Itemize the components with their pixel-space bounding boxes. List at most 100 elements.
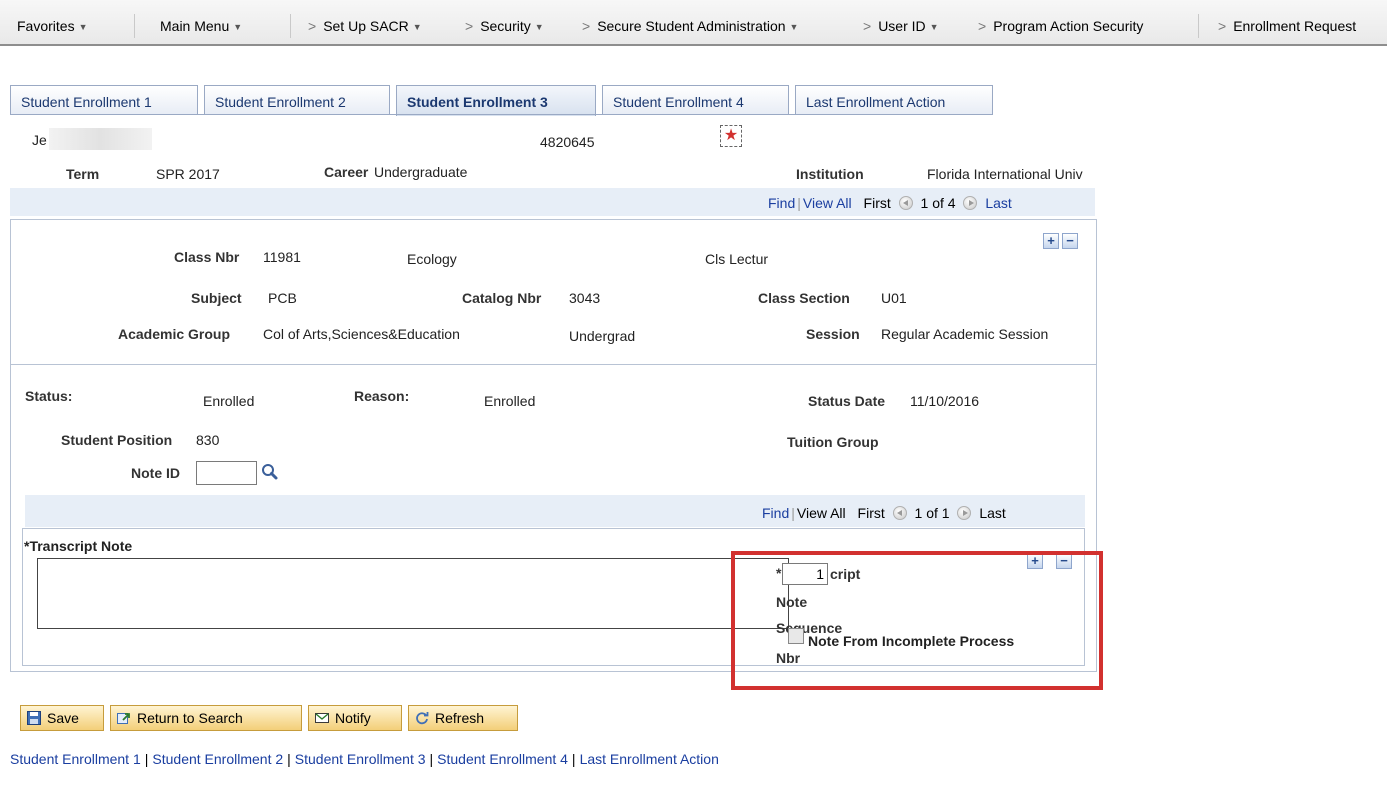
footer-link-student-enrollment-4[interactable]: Student Enrollment 4 bbox=[437, 751, 568, 767]
breadcrumb-user-id[interactable]: > User ID ▼ bbox=[863, 18, 939, 34]
transcript-grid-nav: Find | View All First 1 of 1 Last bbox=[762, 505, 1006, 521]
tab-student-enrollment-3[interactable]: Student Enrollment 3 bbox=[396, 85, 596, 116]
subject-value: PCB bbox=[268, 290, 297, 306]
academic-group-value: Col of Arts,Sciences&Education bbox=[263, 326, 460, 342]
section-divider bbox=[10, 364, 1097, 365]
breadcrumb-security[interactable]: > Security ▼ bbox=[465, 18, 544, 34]
row-count: 1 of 1 bbox=[914, 505, 950, 521]
transcript-seq-input[interactable] bbox=[782, 563, 828, 585]
chevron-down-icon: ▼ bbox=[412, 22, 422, 32]
note-id-input[interactable] bbox=[196, 461, 257, 485]
envelope-icon bbox=[315, 711, 329, 725]
add-note-button[interactable]: + bbox=[1027, 553, 1043, 569]
subject-label: Subject bbox=[191, 290, 242, 306]
session-label: Session bbox=[806, 326, 860, 342]
tab-student-enrollment-1[interactable]: Student Enrollment 1 bbox=[10, 85, 198, 115]
incomplete-process-checkbox[interactable] bbox=[788, 628, 804, 644]
main-menu-label: Main Menu bbox=[160, 18, 230, 34]
next-arrow-icon[interactable] bbox=[957, 506, 972, 520]
career-value: Undergraduate bbox=[374, 164, 468, 180]
breadcrumb-label: Enrollment Request bbox=[1233, 18, 1357, 34]
class-section-value: U01 bbox=[881, 290, 907, 306]
student-id: 4820645 bbox=[540, 134, 595, 150]
next-arrow-icon[interactable] bbox=[963, 196, 978, 210]
breadcrumb-program-action-security[interactable]: > Program Action Security bbox=[978, 18, 1143, 34]
student-position-value: 830 bbox=[196, 432, 220, 448]
notify-label: Notify bbox=[335, 710, 371, 726]
term-value: SPR 2017 bbox=[156, 166, 220, 182]
session-value: Regular Academic Session bbox=[881, 326, 1049, 342]
footer-link-student-enrollment-1[interactable]: Student Enrollment 1 bbox=[10, 751, 141, 767]
status-date-label: Status Date bbox=[808, 393, 886, 409]
transcript-seq-label-part: cript bbox=[830, 566, 861, 582]
add-row-button[interactable]: + bbox=[1043, 233, 1059, 249]
chevron-down-icon: ▼ bbox=[534, 22, 544, 32]
save-button[interactable]: Save bbox=[20, 705, 104, 731]
status-label: Status: bbox=[25, 388, 73, 404]
status-date-value: 11/10/2016 bbox=[910, 393, 980, 409]
student-name: Je bbox=[32, 132, 47, 148]
refresh-label: Refresh bbox=[435, 710, 485, 726]
breadcrumb-secure-student-admin[interactable]: > Secure Student Administration ▼ bbox=[582, 18, 798, 34]
transcript-note-label: *Transcript Note bbox=[24, 538, 133, 554]
nav-divider bbox=[290, 14, 291, 38]
career-label: Career bbox=[324, 164, 369, 180]
view-all-link[interactable]: View All bbox=[797, 505, 846, 521]
delete-note-button[interactable]: − bbox=[1056, 553, 1072, 569]
find-link[interactable]: Find bbox=[768, 195, 795, 211]
refresh-button[interactable]: Refresh bbox=[408, 705, 518, 731]
nav-divider bbox=[1198, 14, 1199, 38]
status-value: Enrolled bbox=[203, 393, 255, 409]
transcript-seq-label-note: Note bbox=[776, 594, 808, 610]
reason-label: Reason: bbox=[354, 388, 410, 404]
save-icon bbox=[27, 711, 41, 725]
notify-button[interactable]: Notify bbox=[308, 705, 402, 731]
row-count: 1 of 4 bbox=[920, 195, 956, 211]
breadcrumb-enrollment-request[interactable]: > Enrollment Request bbox=[1218, 18, 1356, 34]
redacted-name-block bbox=[49, 128, 152, 150]
last-link[interactable]: Last bbox=[985, 195, 1011, 211]
main-menu[interactable]: Main Menu ▼ bbox=[160, 18, 242, 34]
chevron-down-icon: ▼ bbox=[929, 22, 939, 32]
term-label: Term bbox=[66, 166, 100, 182]
tab-last-enrollment-action[interactable]: Last Enrollment Action bbox=[795, 85, 993, 115]
transcript-note-textarea[interactable] bbox=[37, 558, 789, 629]
return-to-search-button[interactable]: Return to Search bbox=[110, 705, 302, 731]
breadcrumb-separator-icon: > bbox=[308, 18, 317, 34]
footer-tab-links: Student Enrollment 1 | Student Enrollment … bbox=[10, 751, 719, 767]
chevron-down-icon: ▼ bbox=[233, 22, 243, 32]
tab-student-enrollment-2[interactable]: Student Enrollment 2 bbox=[204, 85, 390, 115]
favorites-menu[interactable]: Favorites ▼ bbox=[17, 18, 88, 34]
note-id-label: Note ID bbox=[131, 465, 180, 481]
nav-divider bbox=[134, 14, 135, 38]
institution-value: Florida International Univ bbox=[927, 166, 1083, 182]
catalog-nbr-value: 3043 bbox=[569, 290, 601, 306]
delete-row-button[interactable]: − bbox=[1062, 233, 1078, 249]
tab-divider bbox=[10, 114, 993, 115]
return-to-search-label: Return to Search bbox=[137, 710, 243, 726]
incomplete-process-label: Note From Incomplete Process bbox=[808, 633, 1015, 649]
academic-group-label: Academic Group bbox=[118, 326, 231, 342]
breadcrumb-label: User ID bbox=[878, 18, 926, 34]
class-section-label: Class Section bbox=[758, 290, 850, 306]
view-all-link[interactable]: View All bbox=[803, 195, 852, 211]
breadcrumb-separator-icon: > bbox=[978, 18, 987, 34]
search-icon[interactable] bbox=[259, 461, 281, 483]
breadcrumb-label: Program Action Security bbox=[993, 18, 1144, 34]
previous-arrow-icon[interactable] bbox=[898, 196, 913, 210]
last-label[interactable]: Last bbox=[979, 505, 1005, 521]
find-link[interactable]: Find bbox=[762, 505, 789, 521]
breadcrumb-separator-icon: > bbox=[465, 18, 474, 34]
previous-arrow-icon[interactable] bbox=[892, 506, 907, 520]
tab-student-enrollment-4[interactable]: Student Enrollment 4 bbox=[602, 85, 789, 115]
first-label: First bbox=[857, 505, 885, 521]
breadcrumb-set-up-sacr[interactable]: > Set Up SACR ▼ bbox=[308, 18, 422, 34]
class-nbr-label: Class Nbr bbox=[174, 249, 240, 265]
footer-link-student-enrollment-3[interactable]: Student Enrollment 3 bbox=[295, 751, 426, 767]
footer-link-last-enrollment-action[interactable]: Last Enrollment Action bbox=[580, 751, 719, 767]
breadcrumb-separator-icon: > bbox=[582, 18, 591, 34]
breadcrumb-label: Security bbox=[480, 18, 531, 34]
favorite-star-icon[interactable]: ★ bbox=[720, 125, 742, 147]
footer-link-student-enrollment-2[interactable]: Student Enrollment 2 bbox=[152, 751, 283, 767]
chevron-down-icon: ▼ bbox=[78, 22, 88, 32]
